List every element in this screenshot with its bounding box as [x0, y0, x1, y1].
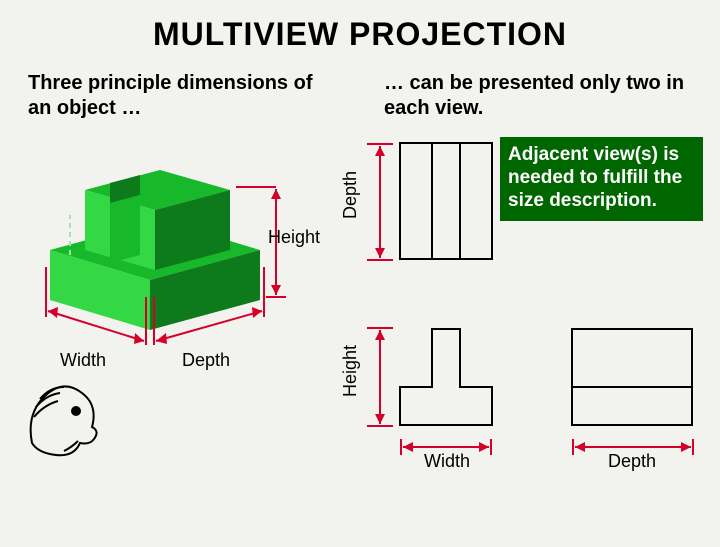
observer-icon	[20, 373, 108, 463]
front-view-height-label: Height	[340, 345, 361, 397]
iso-depth-label: Depth	[182, 350, 230, 371]
top-view-depth-label: Depth	[340, 171, 361, 219]
subhead-row: Three principle dimensions of an object …	[0, 53, 720, 127]
adjacent-views-callout: Adjacent view(s) is needed to fulfill th…	[500, 137, 703, 221]
front-view-width-label: Width	[424, 451, 470, 472]
page-title: MULTIVIEW PROJECTION	[0, 0, 720, 53]
top-view-depth-dim	[365, 141, 395, 263]
isometric-object	[30, 135, 290, 345]
iso-width-label: Width	[60, 350, 106, 371]
subhead-left: Three principle dimensions of an object …	[28, 71, 336, 121]
side-view-depth-label: Depth	[608, 451, 656, 472]
iso-height-label: Height	[268, 227, 320, 248]
front-view	[398, 327, 518, 427]
subhead-right: … can be presented only two in each view…	[384, 71, 692, 121]
side-view	[570, 327, 700, 427]
diagram-stage: Height Width Depth Depth Adjacent view(s…	[0, 127, 720, 547]
front-view-height-dim	[365, 325, 395, 429]
